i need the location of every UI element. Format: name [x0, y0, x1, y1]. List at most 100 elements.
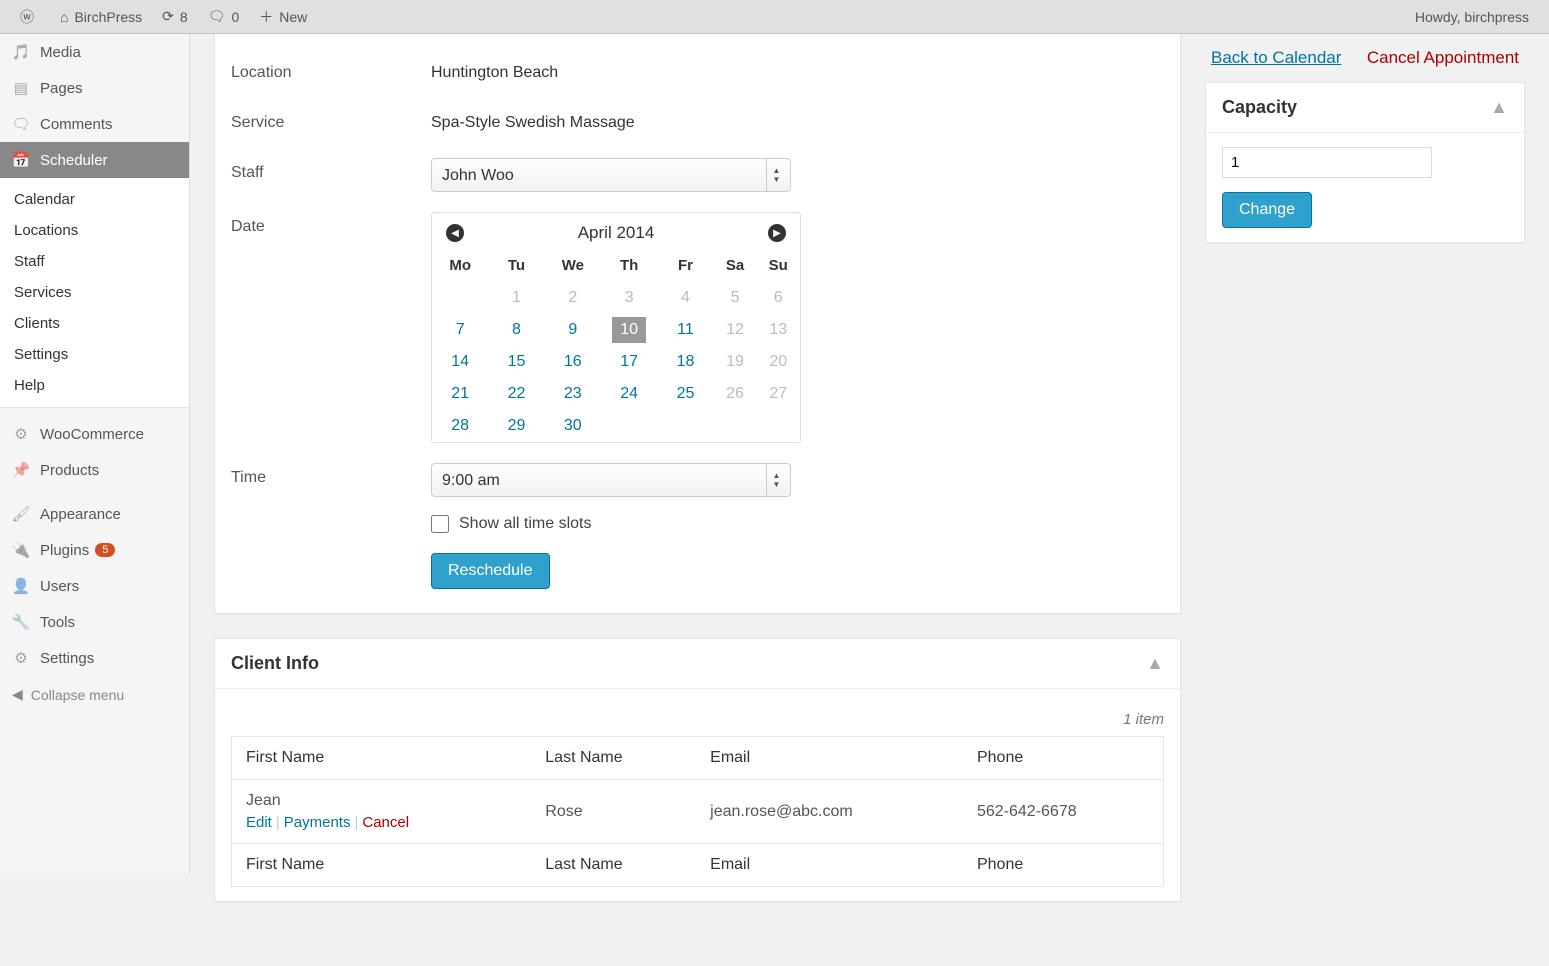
calendar-day[interactable]: 10 [612, 317, 646, 343]
media-icon: 🎵 [10, 42, 32, 62]
sidebar-item-media[interactable]: 🎵Media [0, 34, 189, 70]
update-badge: 5 [95, 543, 115, 557]
gear-icon: ⚙ [10, 424, 32, 444]
my-account[interactable]: Howdy, birchpress [1405, 0, 1539, 34]
sidebar-item-label: Pages [40, 80, 83, 97]
calendar-dow: Tu [488, 249, 544, 282]
submenu-item-staff[interactable]: Staff [0, 246, 189, 277]
sidebar-item-settings[interactable]: ⚙Settings [0, 640, 189, 676]
client-info-box: Client Info ▲ 1 item First NameLast Name… [214, 638, 1181, 902]
calendar-day-disabled: 20 [756, 346, 800, 378]
calendar-day[interactable]: 21 [443, 381, 477, 407]
sidebar-item-tools[interactable]: 🔧Tools [0, 604, 189, 640]
sidebar-item-plugins[interactable]: 🔌 Plugins 5 [0, 532, 189, 568]
submenu-item-help[interactable]: Help [0, 370, 189, 401]
submenu-item-locations[interactable]: Locations [0, 215, 189, 246]
capacity-title: Capacity [1222, 97, 1297, 118]
calendar-day[interactable]: 7 [443, 317, 477, 343]
calendar-day[interactable]: 23 [556, 381, 590, 407]
time-label: Time [231, 453, 431, 599]
edit-link[interactable]: Edit [246, 814, 272, 831]
sidebar-item-woocommerce[interactable]: ⚙ WooCommerce [0, 416, 189, 452]
sidebar-item-scheduler[interactable]: 📅Scheduler [0, 142, 189, 178]
show-all-slots-checkbox[interactable] [431, 515, 449, 533]
toggle-panel-icon[interactable]: ▲ [1490, 97, 1508, 118]
admin-sidebar: 🎵Media▤Pages🗨Comments📅Scheduler CalendarL… [0, 34, 190, 873]
sidebar-item-label: WooCommerce [40, 426, 144, 443]
submenu-item-settings[interactable]: Settings [0, 339, 189, 370]
sidebar-item-label: Scheduler [40, 152, 108, 169]
calendar-day[interactable]: 15 [499, 349, 533, 375]
service-value: Spa-Style Swedish Massage [431, 98, 1164, 148]
submenu-item-clients[interactable]: Clients [0, 308, 189, 339]
column-header[interactable]: First Name [232, 844, 532, 887]
client-table: First NameLast NameEmailPhone JeanEdit|P… [231, 736, 1164, 887]
calendar-day-disabled: 3 [601, 282, 657, 314]
column-header[interactable]: Phone [963, 844, 1164, 887]
sidebar-item-pages[interactable]: ▤Pages [0, 70, 189, 106]
reschedule-button[interactable]: Reschedule [431, 553, 550, 589]
cancel-appointment-link[interactable]: Cancel Appointment [1367, 48, 1519, 68]
settings-icon: ⚙ [10, 648, 32, 668]
column-header[interactable]: First Name [232, 737, 532, 780]
calendar-dow: We [545, 249, 601, 282]
toggle-panel-icon[interactable]: ▲ [1146, 653, 1164, 674]
updates-link[interactable]: ⟳8 [152, 0, 198, 34]
column-header[interactable]: Email [696, 844, 963, 887]
calendar-day-disabled: 13 [756, 314, 800, 346]
payments-link[interactable]: Payments [284, 814, 351, 831]
calendar-day[interactable]: 28 [443, 413, 477, 439]
wp-logo[interactable]: ⓦ [10, 0, 50, 34]
sidebar-item-label: Plugins [40, 542, 89, 559]
back-to-calendar-link[interactable]: Back to Calendar [1211, 48, 1341, 68]
calendar-day[interactable]: 22 [499, 381, 533, 407]
calendar-title: April 2014 [578, 223, 655, 243]
sidebar-item-comments[interactable]: 🗨Comments [0, 106, 189, 142]
change-capacity-button[interactable]: Change [1222, 192, 1312, 228]
submenu-item-calendar[interactable]: Calendar [0, 184, 189, 215]
site-name-link[interactable]: ⌂BirchPress [50, 0, 152, 34]
calendar-day[interactable]: 9 [556, 317, 590, 343]
capacity-box: Capacity ▲ Change [1205, 82, 1525, 243]
calendar-day[interactable]: 18 [668, 349, 702, 375]
comment-icon: 🗨 [10, 114, 32, 134]
sidebar-item-products[interactable]: 📌Products [0, 452, 189, 488]
calendar-day[interactable]: 30 [556, 413, 590, 439]
sidebar-item-appearance[interactable]: 🖌Appearance [0, 496, 189, 532]
column-header[interactable]: Last Name [531, 737, 696, 780]
column-header[interactable]: Phone [963, 737, 1164, 780]
calendar-day[interactable]: 25 [668, 381, 702, 407]
calendar-day[interactable]: 8 [499, 317, 533, 343]
show-all-slots-label: Show all time slots [459, 515, 592, 533]
calendar-dow: Sa [714, 249, 757, 282]
capacity-input[interactable] [1222, 147, 1432, 178]
comments-link[interactable]: 🗨0 [198, 0, 250, 34]
cancel-link[interactable]: Cancel [362, 814, 409, 831]
plug-icon: 🔌 [10, 540, 32, 560]
calendar-day[interactable]: 14 [443, 349, 477, 375]
calendar-dow: Mo [432, 249, 488, 282]
calendar-next-button[interactable]: ▶ [768, 224, 786, 242]
side-actions: Back to Calendar Cancel Appointment [1205, 34, 1525, 82]
update-icon: ⟳ [162, 8, 174, 25]
staff-select[interactable]: John Woo [432, 159, 790, 191]
calendar-day-disabled: 19 [714, 346, 757, 378]
collapse-label: Collapse menu [31, 687, 124, 703]
calendar-dow: Su [756, 249, 800, 282]
time-select-wrap[interactable]: 9:00 am ▲▼ [431, 463, 791, 497]
calendar-day[interactable]: 24 [612, 381, 646, 407]
column-header[interactable]: Email [696, 737, 963, 780]
time-select[interactable]: 9:00 am [432, 464, 790, 496]
submenu-item-services[interactable]: Services [0, 277, 189, 308]
calendar-day[interactable]: 29 [499, 413, 533, 439]
staff-select-wrap[interactable]: John Woo ▲▼ [431, 158, 791, 192]
column-header[interactable]: Last Name [531, 844, 696, 887]
location-label: Location [231, 48, 431, 98]
calendar-day[interactable]: 17 [612, 349, 646, 375]
calendar-day[interactable]: 16 [556, 349, 590, 375]
new-content-link[interactable]: ＋New [249, 0, 317, 34]
sidebar-item-users[interactable]: 👤Users [0, 568, 189, 604]
calendar-day[interactable]: 11 [668, 317, 702, 343]
calendar-prev-button[interactable]: ◀ [446, 224, 464, 242]
collapse-menu[interactable]: ◀ Collapse menu [0, 676, 189, 713]
